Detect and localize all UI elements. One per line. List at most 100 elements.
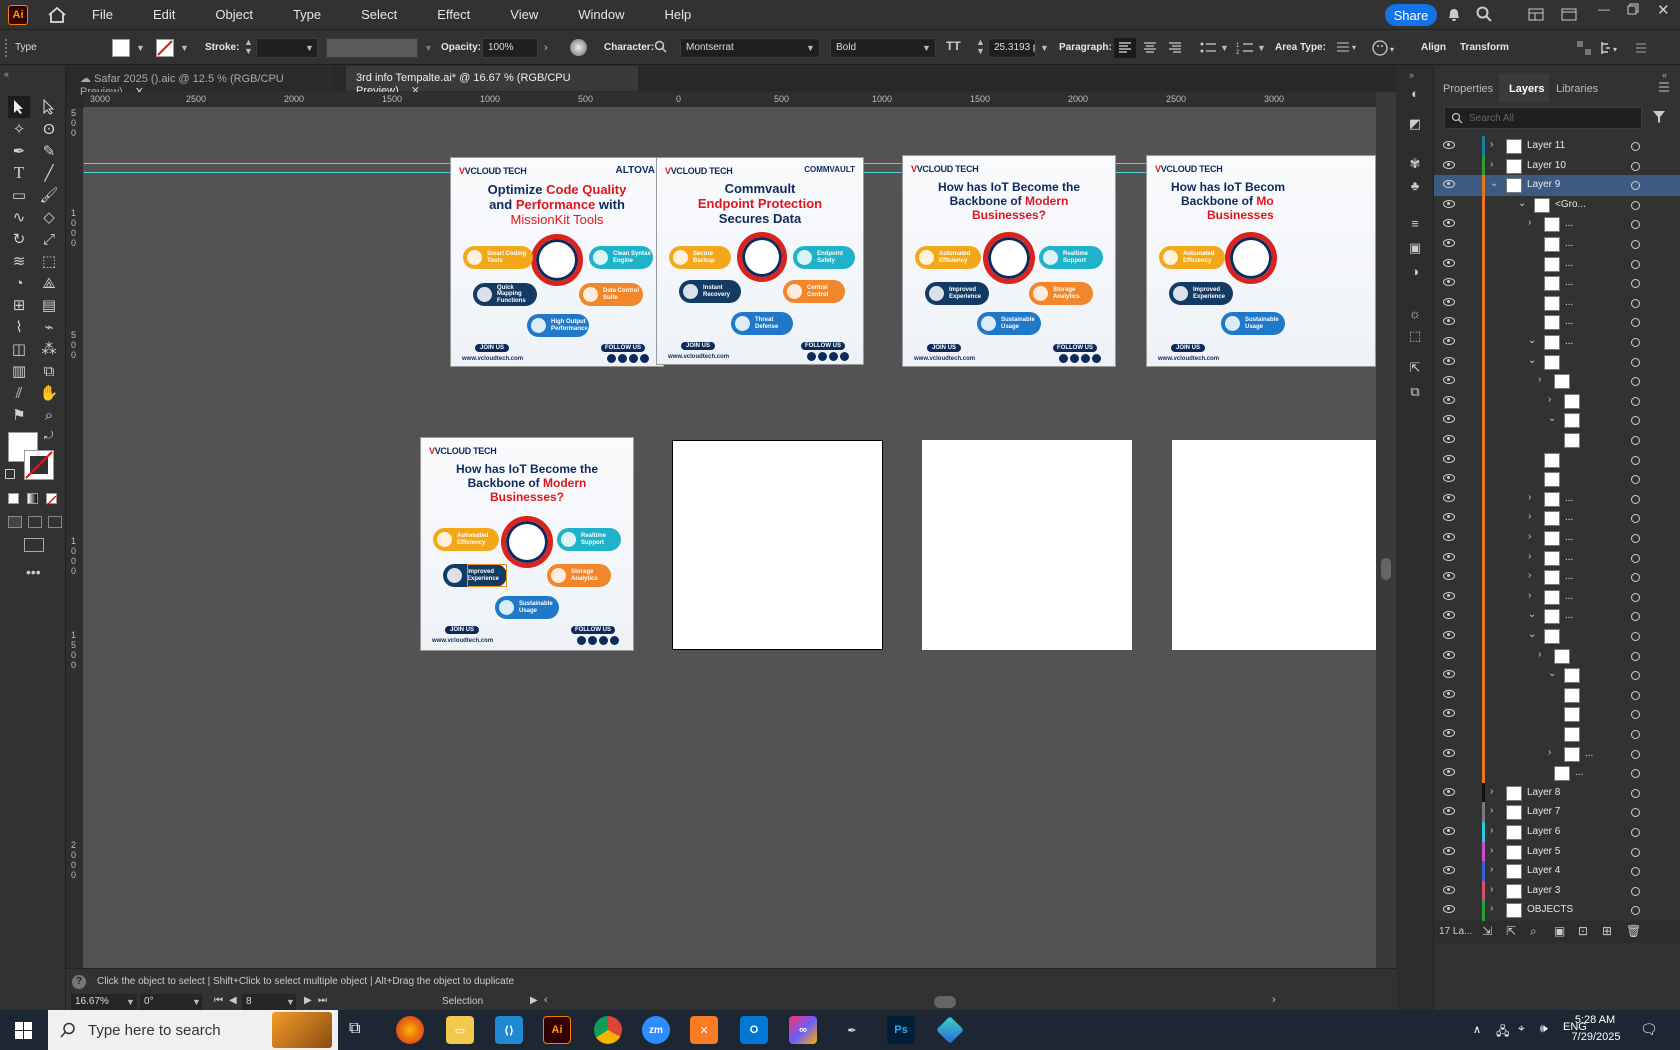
visibility-eye-icon[interactable] bbox=[1443, 317, 1455, 326]
artboard-iot-card-editing[interactable]: VVCLOUD TECH How has IoT Become the Backb… bbox=[420, 437, 634, 651]
visibility-eye-icon[interactable] bbox=[1443, 631, 1455, 639]
visibility-eye-icon[interactable] bbox=[1443, 376, 1455, 385]
collapse-toolbar-icon[interactable]: « bbox=[4, 69, 9, 79]
eyedropper-tool-icon[interactable]: ⌇ bbox=[8, 316, 30, 338]
expand-toggle-icon[interactable]: › bbox=[1490, 786, 1493, 797]
network-icon[interactable]: 🖧 bbox=[1496, 1022, 1509, 1043]
blank-artboard[interactable] bbox=[1172, 440, 1376, 650]
rectangle-tool-icon[interactable]: ▭ bbox=[8, 184, 30, 206]
arrange-icon[interactable] bbox=[1576, 40, 1592, 59]
sublayer-row[interactable]: ›... bbox=[1434, 547, 1680, 569]
visibility-eye-icon[interactable] bbox=[1443, 337, 1455, 345]
visibility-eye-icon[interactable] bbox=[1443, 729, 1455, 737]
visibility-eye-icon[interactable] bbox=[1443, 395, 1455, 404]
target-circle-icon[interactable] bbox=[1631, 240, 1640, 249]
expand-toggle-icon[interactable]: › bbox=[1528, 551, 1531, 562]
visibility-eye-icon[interactable] bbox=[1443, 807, 1455, 816]
bell-icon[interactable] bbox=[1447, 7, 1461, 25]
visibility-eye-icon[interactable] bbox=[1443, 591, 1455, 600]
visibility-eye-icon[interactable] bbox=[1443, 689, 1455, 698]
target-circle-icon[interactable] bbox=[1631, 808, 1640, 818]
visibility-eye-icon[interactable] bbox=[1443, 474, 1455, 483]
vertical-scrollbar[interactable] bbox=[1376, 92, 1396, 968]
layer-row[interactable]: › Layer 3 bbox=[1434, 880, 1680, 902]
tab-safar-2025[interactable]: ☁ Safar 2025 ().aic @ 12.5 % (RGB/CPU Pr… bbox=[70, 66, 332, 98]
last-artboard-icon[interactable]: ⏭ bbox=[318, 995, 327, 1006]
new-sublayer-icon[interactable]: ⊡ bbox=[1578, 924, 1588, 938]
status-menu-arrow-icon[interactable]: ▶ bbox=[530, 995, 538, 1006]
help-icon[interactable]: ? bbox=[72, 975, 86, 989]
sublayer-row[interactable]: ›... bbox=[1434, 743, 1680, 765]
selection-bounding-box[interactable] bbox=[467, 564, 507, 587]
illustrator-taskbar-icon[interactable]: Ai bbox=[543, 1016, 571, 1044]
collapse-panels-icon[interactable]: » bbox=[1409, 70, 1414, 80]
layer-name[interactable]: Layer 4 bbox=[1527, 865, 1560, 876]
chrome-taskbar-icon[interactable] bbox=[594, 1016, 622, 1044]
layer-name[interactable]: <Gro... bbox=[1555, 199, 1586, 210]
expand-toggle-icon[interactable]: › bbox=[1528, 590, 1531, 601]
scrollbar-thumb[interactable] bbox=[1381, 558, 1391, 580]
sublayer-row[interactable] bbox=[1434, 704, 1680, 726]
layer-name[interactable]: ... bbox=[1565, 512, 1573, 523]
visibility-eye-icon[interactable] bbox=[1443, 533, 1455, 541]
sublayer-row[interactable]: ›... bbox=[1434, 586, 1680, 608]
draw-normal-icon[interactable] bbox=[8, 516, 22, 528]
target-circle-icon[interactable] bbox=[1631, 279, 1640, 289]
expand-toggle-icon[interactable]: › bbox=[1528, 570, 1531, 581]
visibility-eye-icon[interactable] bbox=[1443, 846, 1455, 855]
sublayer-row[interactable]: ›... bbox=[1434, 488, 1680, 510]
panel-options-icon[interactable] bbox=[1633, 40, 1649, 59]
color-panel-icon[interactable]: ◐ bbox=[1405, 86, 1425, 104]
visibility-eye-icon[interactable] bbox=[1443, 239, 1455, 247]
minimize-icon[interactable]: — bbox=[1598, 2, 1610, 16]
visibility-eye-icon[interactable] bbox=[1443, 905, 1455, 914]
target-circle-icon[interactable] bbox=[1631, 730, 1640, 739]
draw-inside-icon[interactable] bbox=[48, 516, 62, 528]
expand-toggle-icon[interactable]: › bbox=[1548, 747, 1551, 758]
target-circle-icon[interactable] bbox=[1631, 886, 1640, 896]
swap-fill-stroke-icon[interactable]: ⤾ bbox=[44, 430, 53, 443]
windows-start-icon[interactable] bbox=[15, 1022, 32, 1042]
home-icon[interactable] bbox=[48, 6, 66, 23]
layer-row[interactable]: ⌄ Layer 9 bbox=[1434, 175, 1680, 197]
visibility-eye-icon[interactable] bbox=[1443, 258, 1455, 267]
visibility-eye-icon[interactable] bbox=[1443, 199, 1455, 208]
rotation-dropdown-icon[interactable]: ▼ bbox=[192, 997, 201, 1007]
share-button[interactable]: Share bbox=[1385, 4, 1437, 26]
menu-effect[interactable]: Effect bbox=[437, 7, 470, 22]
layer-row[interactable]: › OBJECTS bbox=[1434, 900, 1680, 922]
layer-name[interactable]: Layer 8 bbox=[1527, 787, 1560, 798]
column-graph-tool-icon[interactable]: ▥ bbox=[8, 360, 30, 382]
target-circle-icon[interactable] bbox=[1631, 769, 1640, 779]
graphic-styles-icon[interactable]: ⬚ bbox=[1405, 328, 1425, 346]
sublayer-row[interactable] bbox=[1434, 724, 1680, 745]
show-hidden-icons[interactable]: ∧ bbox=[1473, 1023, 1481, 1036]
gradient-mode-icon[interactable] bbox=[27, 493, 38, 504]
target-circle-icon[interactable] bbox=[1631, 357, 1640, 367]
stroke-panel-icon[interactable]: ≡ bbox=[1405, 216, 1425, 234]
layer-name[interactable]: ... bbox=[1565, 493, 1573, 504]
sublayer-row[interactable]: ... bbox=[1434, 253, 1680, 275]
symbol-sprayer-tool-icon[interactable]: ⁂ bbox=[38, 338, 60, 360]
expand-toggle-icon[interactable]: ⌄ bbox=[1548, 413, 1556, 424]
target-circle-icon[interactable] bbox=[1631, 338, 1640, 347]
default-fill-stroke-icon[interactable] bbox=[5, 469, 15, 479]
outlook-taskbar-icon[interactable]: O bbox=[740, 1016, 768, 1044]
font-size-field[interactable]: 25.3193 pt bbox=[988, 38, 1036, 58]
target-circle-icon[interactable] bbox=[1631, 612, 1640, 622]
target-circle-icon[interactable] bbox=[1631, 396, 1640, 406]
layer-name[interactable]: ... bbox=[1565, 258, 1573, 269]
bullets-icon[interactable] bbox=[1198, 38, 1220, 61]
expand-toggle-icon[interactable]: › bbox=[1528, 492, 1531, 503]
transparency-icon[interactable]: ◑ bbox=[1405, 264, 1425, 282]
visibility-eye-icon[interactable] bbox=[1443, 768, 1455, 777]
curvature-tool-icon[interactable]: ✎ bbox=[38, 140, 60, 162]
asset-export-icon[interactable]: ⇱ bbox=[1405, 360, 1425, 378]
color-mode-icon[interactable] bbox=[8, 493, 19, 504]
task-view-icon[interactable]: ⧉ bbox=[349, 1020, 360, 1038]
font-family-field[interactable]: Montserrat bbox=[680, 38, 820, 58]
layer-name[interactable]: Layer 3 bbox=[1527, 885, 1560, 896]
target-circle-icon[interactable] bbox=[1631, 867, 1640, 877]
color-guide-icon[interactable]: ◩ bbox=[1405, 116, 1425, 134]
target-circle-icon[interactable] bbox=[1631, 142, 1640, 151]
